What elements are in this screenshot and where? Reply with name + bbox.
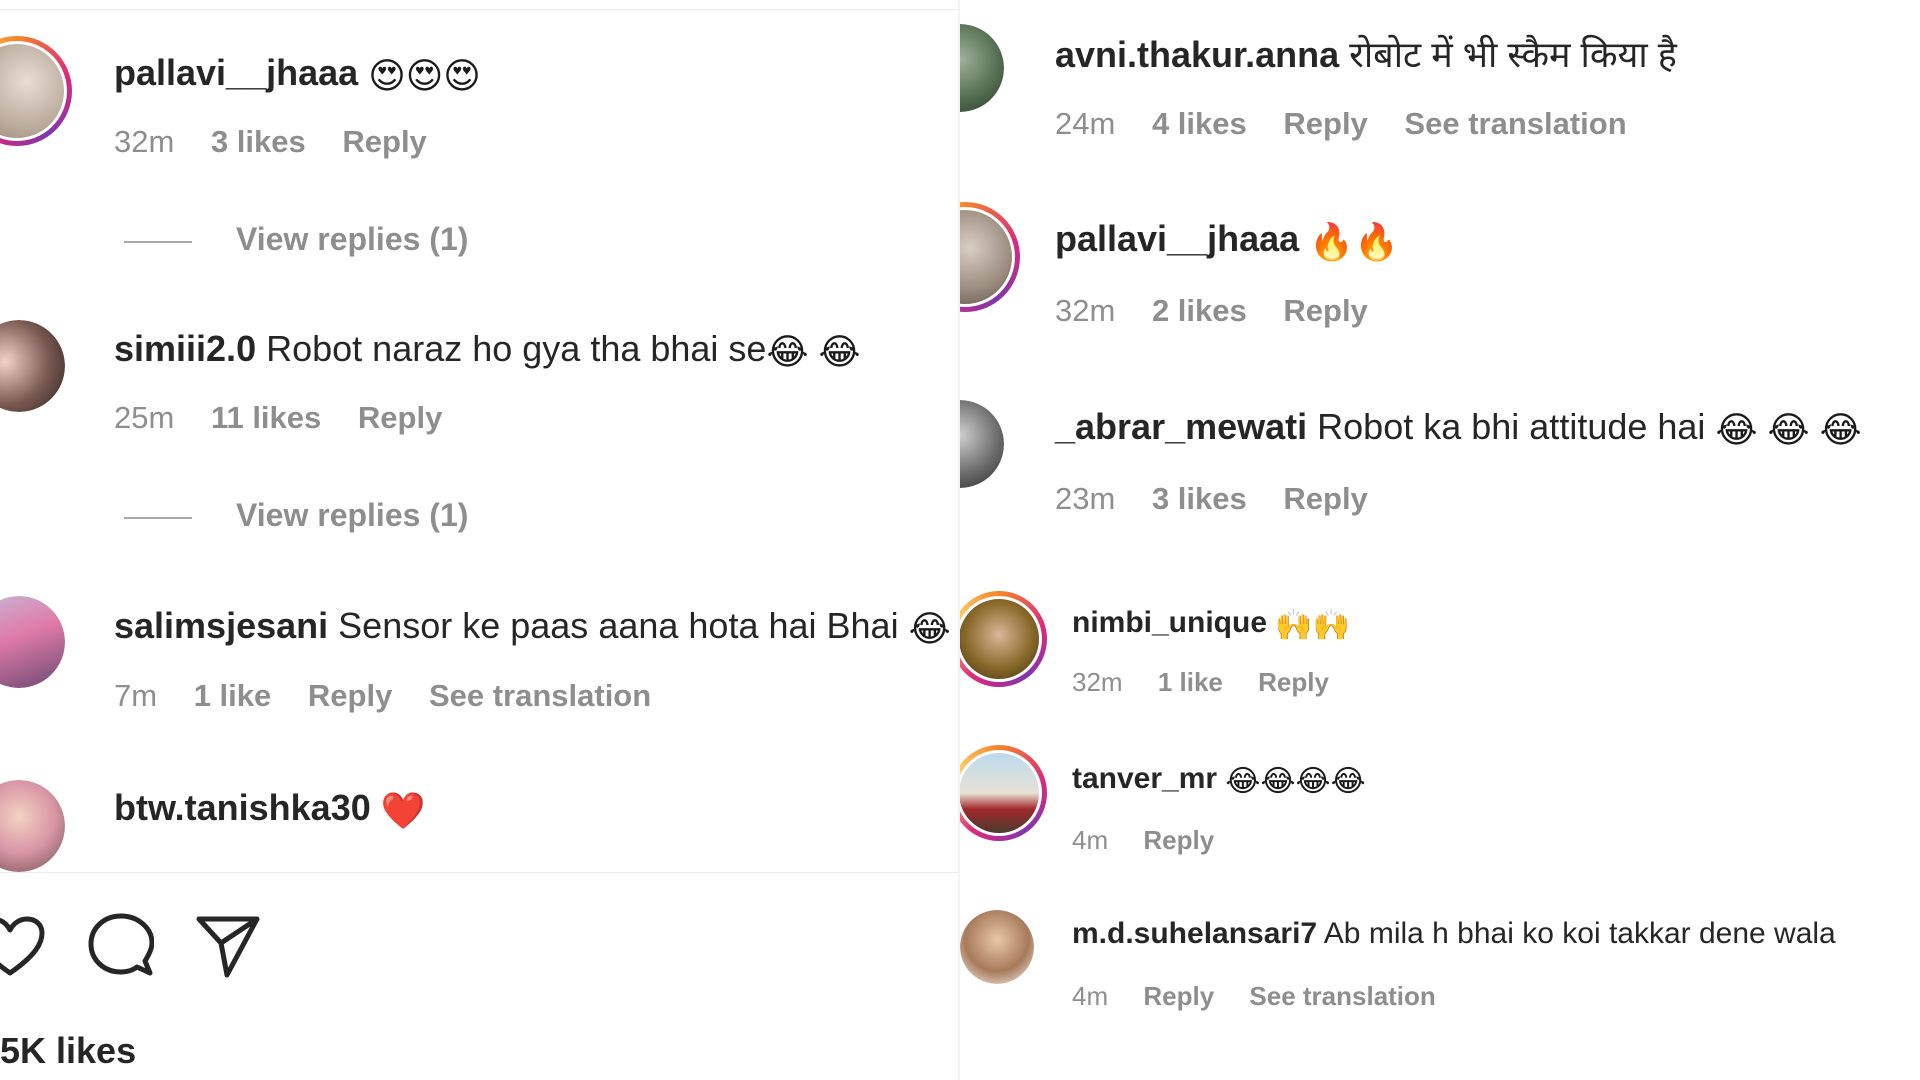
avatar[interactable]	[960, 400, 1004, 488]
reply-button[interactable]: Reply	[342, 124, 426, 159]
comment-text: रोबोट में भी स्कैम किया है	[1349, 34, 1677, 75]
comment-emoji: 😍😍😍	[368, 55, 481, 97]
avatar[interactable]	[960, 202, 1020, 312]
reply-button[interactable]: Reply	[1143, 825, 1214, 855]
comment-username[interactable]: pallavi__jhaaa	[1055, 218, 1299, 259]
see-translation-button[interactable]: See translation	[429, 678, 651, 713]
comment-username[interactable]: simiii2.0	[114, 328, 256, 369]
comment-icon[interactable]	[88, 913, 154, 979]
view-replies-label: View replies (1)	[236, 221, 469, 257]
comment-username[interactable]: btw.tanishka30	[114, 787, 371, 828]
comment-emoji: 😂😂😂😂	[1225, 764, 1366, 798]
comment-text: Robot naraz ho gya tha bhai se	[266, 328, 767, 369]
comment-text: Sensor ke paas aana hota hai Bhai	[338, 605, 899, 646]
comment-likes[interactable]: 2 likes	[1152, 293, 1247, 328]
comment-time: 4m	[1072, 981, 1109, 1011]
reply-button[interactable]: Reply	[1258, 667, 1329, 697]
comment-time: 32m	[1072, 667, 1123, 697]
comment-username[interactable]: m.d.suhelansari7	[1072, 917, 1317, 950]
avatar[interactable]	[0, 780, 65, 872]
replies-divider-line	[124, 516, 192, 519]
comment-time: 25m	[114, 400, 175, 435]
reply-button[interactable]: Reply	[1143, 981, 1214, 1011]
comment-emoji: 🙌🙌	[1275, 608, 1351, 642]
comment-time: 24m	[1055, 106, 1116, 141]
comment-likes[interactable]: 3 likes	[1152, 481, 1247, 516]
comment-username[interactable]: nimbi_unique	[1072, 606, 1267, 639]
comment-emoji: 😂	[908, 608, 951, 650]
comment-likes[interactable]: 3 likes	[211, 124, 306, 159]
replies-divider-line	[124, 240, 192, 243]
avatar[interactable]	[0, 596, 65, 688]
reply-button[interactable]: Reply	[308, 678, 392, 713]
comment-username[interactable]: pallavi__jhaaa	[114, 52, 358, 93]
view-replies-button[interactable]: View replies (1)	[124, 221, 468, 258]
likes-count[interactable]: 5K likes	[0, 1030, 136, 1072]
comments-panel-left: pallavi__jhaaa 😍😍😍 32m 3 likes Reply Vie…	[0, 0, 960, 1080]
view-replies-button[interactable]: View replies (1)	[124, 497, 468, 534]
view-replies-label: View replies (1)	[236, 497, 469, 533]
reply-button[interactable]: Reply	[1283, 106, 1367, 141]
send-icon[interactable]	[195, 913, 261, 979]
comment-emoji: ❤️	[380, 790, 426, 832]
comment-time: 7m	[114, 678, 158, 713]
comment-time: 23m	[1055, 481, 1116, 516]
comment-username[interactable]: salimsjesani	[114, 605, 328, 646]
comment-likes[interactable]: 1 like	[1158, 667, 1223, 697]
action-bar-divider	[0, 872, 960, 873]
reply-button[interactable]: Reply	[358, 400, 442, 435]
comment-text: Ab mila h bhai ko koi takkar dene wala	[1323, 917, 1836, 950]
comment-emoji: 🔥🔥	[1309, 221, 1399, 263]
reply-button[interactable]: Reply	[1283, 293, 1367, 328]
avatar[interactable]	[960, 591, 1047, 687]
comment-text: Robot ka bhi attitude hai	[1317, 406, 1706, 447]
see-translation-button[interactable]: See translation	[1404, 106, 1626, 141]
avatar[interactable]	[0, 36, 72, 146]
comment-likes[interactable]: 11 likes	[211, 400, 321, 435]
comment-username[interactable]: tanver_mr	[1072, 762, 1217, 795]
comment-time: 4m	[1072, 825, 1109, 855]
comment-likes[interactable]: 1 like	[194, 678, 272, 713]
comment-likes[interactable]: 4 likes	[1152, 106, 1247, 141]
comment-username[interactable]: avni.thakur.anna	[1055, 34, 1339, 75]
avatar[interactable]	[0, 320, 65, 412]
see-translation-button[interactable]: See translation	[1249, 981, 1435, 1011]
avatar[interactable]	[960, 745, 1047, 841]
top-divider	[0, 9, 960, 10]
comment-emoji: 😂 😂 😂	[1715, 409, 1862, 451]
comment-username[interactable]: _abrar_mewati	[1055, 406, 1307, 447]
avatar[interactable]	[960, 910, 1034, 984]
comments-panel-right: avni.thakur.anna रोबोट में भी स्कैम किया…	[960, 0, 1920, 1080]
comment-emoji: 😂 😂	[766, 331, 861, 373]
comment-time: 32m	[1055, 293, 1116, 328]
reply-button[interactable]: Reply	[1283, 481, 1367, 516]
heart-icon[interactable]	[0, 915, 46, 979]
comment-time: 32m	[114, 124, 175, 159]
avatar[interactable]	[960, 24, 1004, 112]
